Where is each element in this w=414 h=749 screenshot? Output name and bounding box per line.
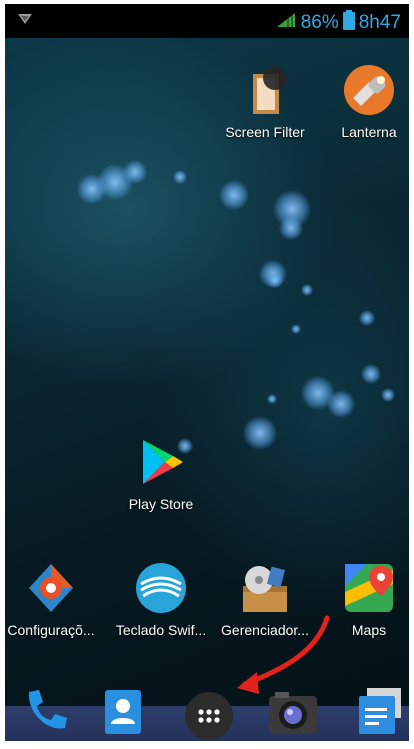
- annotation-arrow: [237, 615, 330, 694]
- home-screen: 86% 8h47 Screen Filter Lanterna Play Sto…: [5, 4, 409, 741]
